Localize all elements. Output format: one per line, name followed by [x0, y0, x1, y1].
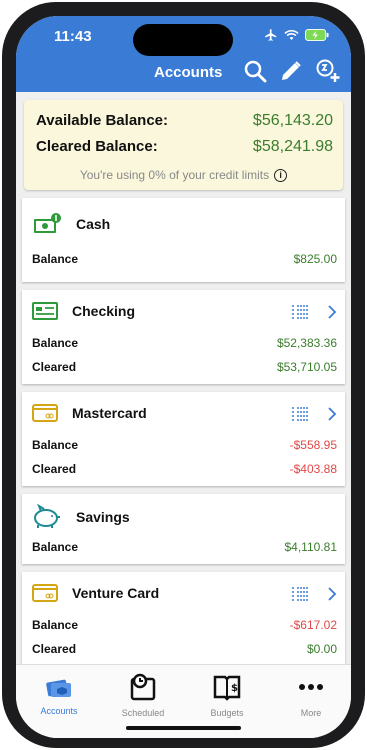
account-card-cash[interactable]: Cash Balance $825.00: [22, 198, 345, 282]
available-balance-label: Available Balance:: [36, 112, 169, 129]
edit-icon[interactable]: [279, 59, 303, 83]
register-icon[interactable]: [291, 304, 309, 320]
balance-label: Balance: [32, 438, 79, 452]
phone-frame: 11:43 Accounts Available Balance: $56,14…: [2, 2, 365, 748]
cleared-balance-label: Cleared Balance:: [36, 138, 158, 155]
credit-usage-note: You're using 0% of your credit limits i: [24, 168, 343, 183]
account-card-mastercard[interactable]: Mastercard Balance -$558.95 Cleared -$40…: [22, 392, 345, 486]
chevron-right-icon[interactable]: [327, 407, 337, 421]
cleared-value: $53,710.05: [276, 360, 337, 374]
scheduled-icon: [130, 673, 156, 701]
tab-label: Accounts: [40, 706, 78, 716]
account-card-savings[interactable]: Savings Balance $4,110.81: [22, 494, 345, 564]
available-balance-row: Available Balance: $56,143.20: [36, 112, 333, 130]
home-indicator[interactable]: [126, 726, 241, 730]
account-name: Cash: [76, 216, 111, 232]
page-title: Accounts: [154, 64, 223, 81]
cleared-label: Cleared: [32, 642, 77, 656]
airplane-icon: [265, 29, 277, 41]
register-icon[interactable]: [291, 406, 309, 422]
tab-scheduled[interactable]: Scheduled: [108, 673, 178, 718]
balance-value: $52,383.36: [276, 336, 337, 350]
status-time: 11:43: [54, 28, 92, 45]
chevron-right-icon[interactable]: [327, 587, 337, 601]
account-name: Mastercard: [72, 405, 147, 421]
piggy-bank-icon: [34, 504, 60, 528]
account-name: Checking: [72, 303, 136, 319]
tab-label: Budgets: [210, 708, 244, 718]
tab-label: More: [300, 708, 322, 718]
cleared-balance-row: Cleared Balance: $58,241.98: [36, 138, 333, 156]
tab-label: Scheduled: [121, 708, 165, 718]
cleared-value: $0.00: [306, 642, 337, 656]
more-icon: [299, 684, 323, 690]
available-balance-value: $56,143.20: [252, 112, 333, 129]
balance-summary: Available Balance: $56,143.20 Cleared Ba…: [24, 100, 343, 190]
checkbook-icon: [32, 302, 58, 320]
balance-label: Balance: [32, 540, 79, 554]
balance-label: Balance: [32, 336, 79, 350]
balance-value: -$617.02: [289, 618, 337, 632]
nav-actions: [243, 58, 341, 84]
balance-value: -$558.95: [289, 438, 337, 452]
wifi-icon: [284, 29, 299, 40]
app-header: 11:43 Accounts: [16, 16, 351, 92]
tab-accounts[interactable]: Accounts: [24, 673, 94, 716]
credit-usage-text: You're using 0% of your credit limits: [79, 168, 270, 182]
cleared-value: -$403.88: [289, 462, 337, 476]
status-icons: [264, 28, 329, 42]
balance-label: Balance: [32, 252, 79, 266]
cleared-label: Cleared: [32, 462, 77, 476]
dynamic-island: [133, 24, 233, 56]
account-card-checking[interactable]: Checking Balance $52,383.36 Cleared $53,…: [22, 290, 345, 384]
cleared-label: Cleared: [32, 360, 77, 374]
battery-icon: [305, 29, 329, 41]
chevron-right-icon[interactable]: [327, 305, 337, 319]
balance-label: Balance: [32, 618, 79, 632]
credit-card-icon: [32, 584, 58, 602]
credit-card-icon: [32, 404, 58, 422]
account-name: Venture Card: [72, 585, 160, 601]
account-name: Savings: [76, 509, 130, 525]
info-icon[interactable]: i: [274, 169, 288, 183]
tab-budgets[interactable]: $ Budgets: [192, 673, 262, 718]
accounts-list[interactable]: Available Balance: $56,143.20 Cleared Ba…: [16, 92, 351, 664]
balance-value: $4,110.81: [284, 540, 338, 554]
tab-more[interactable]: More: [276, 673, 346, 718]
budget-book-icon: $: [213, 675, 241, 701]
search-icon[interactable]: [243, 59, 267, 83]
account-card-venture-card[interactable]: Venture Card Balance -$617.02 Cleared $0…: [22, 572, 345, 664]
add-scheduled-icon[interactable]: [315, 58, 341, 84]
register-icon[interactable]: [291, 586, 309, 602]
screen: 11:43 Accounts Available Balance: $56,14…: [16, 16, 351, 738]
cash-icon: [34, 213, 61, 233]
svg-text:$: $: [231, 683, 238, 694]
accounts-icon: [46, 679, 71, 697]
balance-value: $825.00: [293, 252, 337, 266]
cleared-balance-value: $58,241.98: [252, 138, 333, 155]
